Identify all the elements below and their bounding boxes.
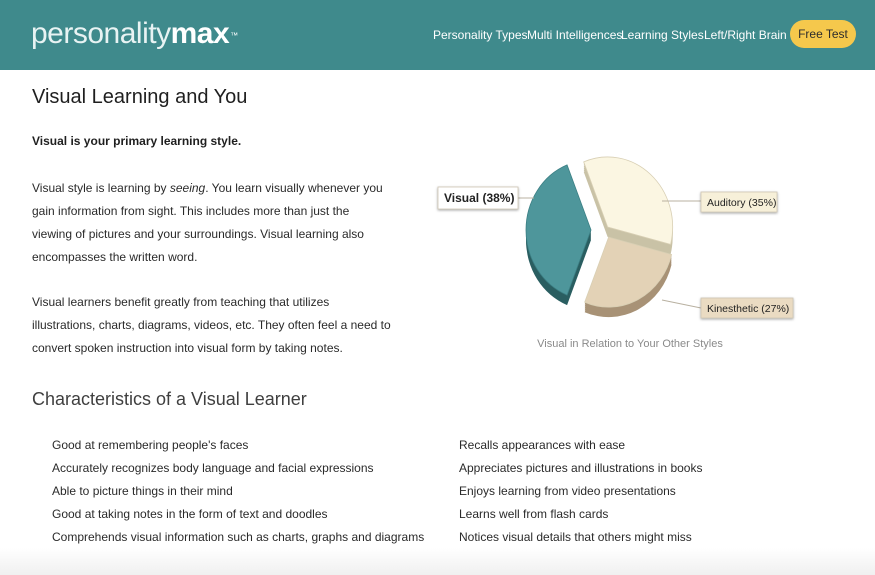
page-title: Visual Learning and You bbox=[32, 86, 248, 108]
nav-multi-intelligences[interactable]: Multi Intelligences bbox=[527, 28, 622, 42]
emphasized-word: seeing bbox=[169, 181, 206, 195]
trait-item: Good at remembering people's faces bbox=[52, 438, 249, 452]
nav-learning-styles[interactable]: Learning Styles bbox=[621, 28, 704, 42]
trait-item: Good at taking notes in the form of text… bbox=[52, 507, 328, 521]
top-navigation-bar: personalitymax™ Personality Types Multi … bbox=[0, 0, 875, 70]
chart-caption: Visual in Relation to Your Other Styles bbox=[537, 338, 723, 350]
trait-item: Able to picture things in their mind bbox=[52, 484, 233, 498]
primary-style-statement: Visual is your primary learning style. bbox=[32, 134, 242, 148]
trait-item: Comprehends visual information such as c… bbox=[52, 530, 425, 544]
visual-learners-paragraph: Visual learners benefit greatly from tea… bbox=[32, 295, 391, 355]
logo-trademark: ™ bbox=[230, 31, 238, 40]
logo-text-bold: max bbox=[170, 17, 230, 50]
trait-item: Accurately recognizes body language and … bbox=[52, 461, 374, 475]
nav-personality-types[interactable]: Personality Types bbox=[433, 28, 528, 42]
visual-style-paragraph: Visual style is learning by seeing. You … bbox=[32, 177, 392, 269]
logo-text-light: personality bbox=[31, 17, 171, 50]
trait-item: Learns well from flash cards bbox=[459, 507, 609, 521]
characteristics-heading: Characteristics of a Visual Learner bbox=[32, 389, 307, 409]
pie-label-kinesthetic-leader-line bbox=[661, 299, 702, 309]
free-test-button[interactable]: Free Test bbox=[790, 20, 856, 48]
page-bottom-fade bbox=[0, 548, 875, 575]
trait-item: Recalls appearances with ease bbox=[459, 438, 626, 452]
nav-left-right-brain[interactable]: Left/Right Brain bbox=[704, 28, 787, 42]
learning-style-pie-chart: Visual (38%) Auditory (35%) Kinesthetic (2… bbox=[437, 156, 794, 319]
trait-item: Appreciates pictures and illustrations i… bbox=[459, 461, 703, 475]
pie-label-kinesthetic: Kinesthetic (27%) bbox=[707, 303, 789, 315]
pie-label-visual: Visual (38%) bbox=[444, 191, 514, 205]
paragraph-text: Visual style is learning by bbox=[32, 181, 170, 195]
trait-item: Notices visual details that others might… bbox=[459, 530, 692, 544]
site-logo[interactable]: personalitymax™ bbox=[31, 17, 238, 51]
trait-item: Enjoys learning from video presentations bbox=[459, 484, 676, 498]
pie-label-auditory: Auditory (35%) bbox=[707, 197, 776, 209]
